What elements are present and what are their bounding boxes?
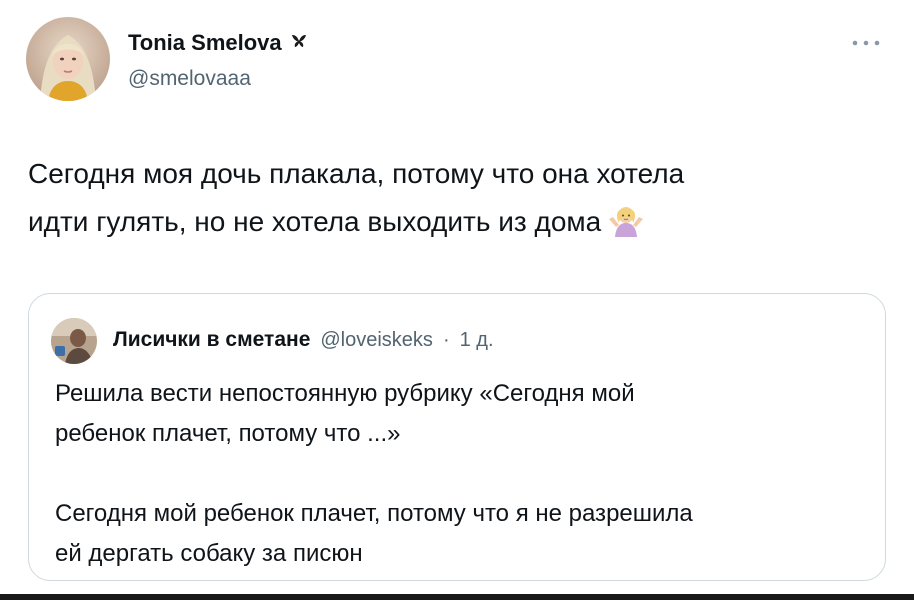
author-handle[interactable]: @smelovaaa xyxy=(128,67,251,91)
more-options-button[interactable] xyxy=(846,33,886,53)
quoted-tweet-timestamp[interactable]: 1 д. xyxy=(460,329,494,352)
author-display-name[interactable]: Tonia Smelova xyxy=(128,30,282,56)
tweet-text-line-content: идти гулять, но не хотела выходить из до… xyxy=(28,206,602,237)
quoted-tweet-header: Лисички в сметане @loveiskeks · 1 д. xyxy=(113,328,494,352)
header-separator: · xyxy=(442,329,450,351)
avatar-photo xyxy=(26,17,110,101)
quoted-avatar-photo xyxy=(51,318,97,364)
bottom-edge-bar xyxy=(0,594,914,600)
butterfly-icon xyxy=(290,32,308,55)
quoted-tweet-card[interactable]: Лисички в сметане @loveiskeks · 1 д. Реш… xyxy=(28,293,886,581)
quoted-text-line: ей дергать собаку за писюн xyxy=(55,540,363,567)
tweet-text-line: Сегодня моя дочь плакала, потому что она… xyxy=(28,158,685,189)
author-name-row: Tonia Smelova xyxy=(128,30,308,56)
quoted-text-line: Решила вести непостоянную рубрику «Сегод… xyxy=(55,380,635,407)
tweet-text-line: идти гулять, но не хотела выходить из до… xyxy=(28,198,888,246)
quoted-text-line: ребенок плачет, потому что ...» xyxy=(55,420,401,447)
person-shrugging-emoji-icon xyxy=(607,201,645,239)
quoted-author-display-name[interactable]: Лисички в сметане xyxy=(113,328,310,352)
more-horizontal-icon xyxy=(852,40,880,46)
quoted-text-line: Сегодня мой ребенок плачет, потому что я… xyxy=(55,500,693,527)
quoted-author-avatar[interactable] xyxy=(51,318,97,364)
quoted-author-handle[interactable]: @loveiskeks xyxy=(320,329,433,352)
quoted-tweet-text: Решила вести непостоянную рубрику «Сегод… xyxy=(55,374,875,574)
author-avatar[interactable] xyxy=(26,17,110,101)
tweet-text: Сегодня моя дочь плакала, потому что она… xyxy=(28,150,888,246)
